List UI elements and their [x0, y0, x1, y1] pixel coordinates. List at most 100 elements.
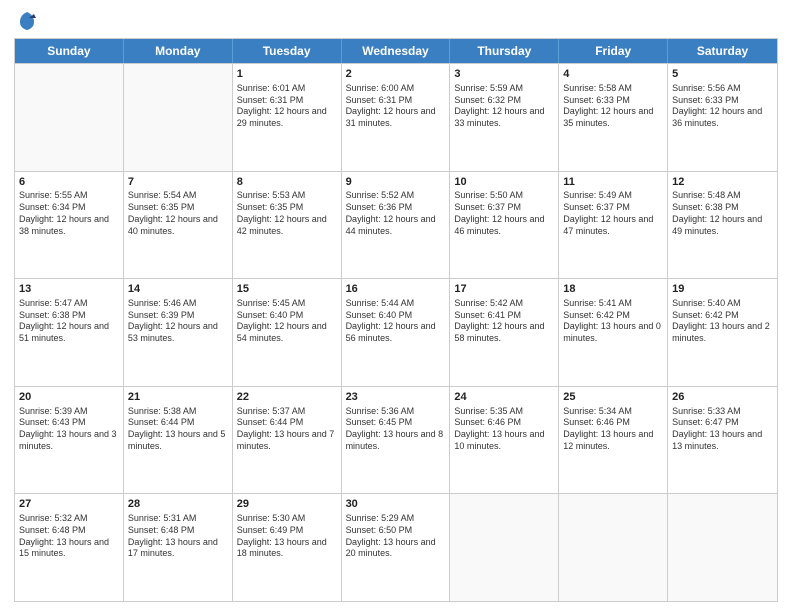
- cell-info: Sunrise: 5:49 AM Sunset: 6:37 PM Dayligh…: [563, 190, 663, 237]
- cell-info: Sunrise: 5:42 AM Sunset: 6:41 PM Dayligh…: [454, 298, 554, 345]
- calendar-day-header: Thursday: [450, 39, 559, 63]
- calendar-row: 20Sunrise: 5:39 AM Sunset: 6:43 PM Dayli…: [15, 386, 777, 494]
- cell-info: Sunrise: 5:54 AM Sunset: 6:35 PM Dayligh…: [128, 190, 228, 237]
- cell-info: Sunrise: 5:38 AM Sunset: 6:44 PM Dayligh…: [128, 406, 228, 453]
- calendar: SundayMondayTuesdayWednesdayThursdayFrid…: [14, 38, 778, 602]
- cell-info: Sunrise: 5:29 AM Sunset: 6:50 PM Dayligh…: [346, 513, 446, 560]
- calendar-cell: 21Sunrise: 5:38 AM Sunset: 6:44 PM Dayli…: [124, 387, 233, 494]
- calendar-cell: [124, 64, 233, 171]
- cell-info: Sunrise: 5:32 AM Sunset: 6:48 PM Dayligh…: [19, 513, 119, 560]
- calendar-cell: 23Sunrise: 5:36 AM Sunset: 6:45 PM Dayli…: [342, 387, 451, 494]
- calendar-day-header: Monday: [124, 39, 233, 63]
- calendar-row: 13Sunrise: 5:47 AM Sunset: 6:38 PM Dayli…: [15, 278, 777, 386]
- day-number: 16: [346, 282, 446, 297]
- logo: [14, 10, 38, 32]
- day-number: 2: [346, 67, 446, 82]
- day-number: 21: [128, 390, 228, 405]
- calendar-cell: 7Sunrise: 5:54 AM Sunset: 6:35 PM Daylig…: [124, 172, 233, 279]
- calendar-cell: 16Sunrise: 5:44 AM Sunset: 6:40 PM Dayli…: [342, 279, 451, 386]
- cell-info: Sunrise: 5:41 AM Sunset: 6:42 PM Dayligh…: [563, 298, 663, 345]
- cell-info: Sunrise: 6:01 AM Sunset: 6:31 PM Dayligh…: [237, 83, 337, 130]
- day-number: 25: [563, 390, 663, 405]
- calendar-cell: 13Sunrise: 5:47 AM Sunset: 6:38 PM Dayli…: [15, 279, 124, 386]
- day-number: 20: [19, 390, 119, 405]
- day-number: 27: [19, 497, 119, 512]
- day-number: 22: [237, 390, 337, 405]
- calendar-cell: [559, 494, 668, 601]
- day-number: 5: [672, 67, 773, 82]
- day-number: 8: [237, 175, 337, 190]
- calendar-cell: 1Sunrise: 6:01 AM Sunset: 6:31 PM Daylig…: [233, 64, 342, 171]
- header: [14, 10, 778, 32]
- calendar-cell: [668, 494, 777, 601]
- calendar-header: SundayMondayTuesdayWednesdayThursdayFrid…: [15, 39, 777, 63]
- day-number: 3: [454, 67, 554, 82]
- calendar-day-header: Friday: [559, 39, 668, 63]
- cell-info: Sunrise: 5:37 AM Sunset: 6:44 PM Dayligh…: [237, 406, 337, 453]
- calendar-cell: 2Sunrise: 6:00 AM Sunset: 6:31 PM Daylig…: [342, 64, 451, 171]
- cell-info: Sunrise: 5:39 AM Sunset: 6:43 PM Dayligh…: [19, 406, 119, 453]
- day-number: 28: [128, 497, 228, 512]
- calendar-cell: 25Sunrise: 5:34 AM Sunset: 6:46 PM Dayli…: [559, 387, 668, 494]
- cell-info: Sunrise: 5:35 AM Sunset: 6:46 PM Dayligh…: [454, 406, 554, 453]
- calendar-cell: 4Sunrise: 5:58 AM Sunset: 6:33 PM Daylig…: [559, 64, 668, 171]
- day-number: 7: [128, 175, 228, 190]
- cell-info: Sunrise: 5:56 AM Sunset: 6:33 PM Dayligh…: [672, 83, 773, 130]
- day-number: 17: [454, 282, 554, 297]
- cell-info: Sunrise: 5:40 AM Sunset: 6:42 PM Dayligh…: [672, 298, 773, 345]
- cell-info: Sunrise: 5:47 AM Sunset: 6:38 PM Dayligh…: [19, 298, 119, 345]
- logo-icon: [16, 10, 38, 32]
- calendar-cell: 28Sunrise: 5:31 AM Sunset: 6:48 PM Dayli…: [124, 494, 233, 601]
- day-number: 4: [563, 67, 663, 82]
- calendar-cell: 8Sunrise: 5:53 AM Sunset: 6:35 PM Daylig…: [233, 172, 342, 279]
- calendar-cell: 11Sunrise: 5:49 AM Sunset: 6:37 PM Dayli…: [559, 172, 668, 279]
- day-number: 29: [237, 497, 337, 512]
- calendar-cell: 22Sunrise: 5:37 AM Sunset: 6:44 PM Dayli…: [233, 387, 342, 494]
- cell-info: Sunrise: 5:33 AM Sunset: 6:47 PM Dayligh…: [672, 406, 773, 453]
- day-number: 6: [19, 175, 119, 190]
- calendar-cell: 27Sunrise: 5:32 AM Sunset: 6:48 PM Dayli…: [15, 494, 124, 601]
- calendar-row: 27Sunrise: 5:32 AM Sunset: 6:48 PM Dayli…: [15, 493, 777, 601]
- cell-info: Sunrise: 5:31 AM Sunset: 6:48 PM Dayligh…: [128, 513, 228, 560]
- calendar-cell: 17Sunrise: 5:42 AM Sunset: 6:41 PM Dayli…: [450, 279, 559, 386]
- calendar-row: 1Sunrise: 6:01 AM Sunset: 6:31 PM Daylig…: [15, 63, 777, 171]
- cell-info: Sunrise: 6:00 AM Sunset: 6:31 PM Dayligh…: [346, 83, 446, 130]
- calendar-cell: 18Sunrise: 5:41 AM Sunset: 6:42 PM Dayli…: [559, 279, 668, 386]
- cell-info: Sunrise: 5:50 AM Sunset: 6:37 PM Dayligh…: [454, 190, 554, 237]
- cell-info: Sunrise: 5:58 AM Sunset: 6:33 PM Dayligh…: [563, 83, 663, 130]
- calendar-cell: [450, 494, 559, 601]
- calendar-day-header: Sunday: [15, 39, 124, 63]
- day-number: 19: [672, 282, 773, 297]
- day-number: 1: [237, 67, 337, 82]
- calendar-day-header: Wednesday: [342, 39, 451, 63]
- day-number: 13: [19, 282, 119, 297]
- cell-info: Sunrise: 5:44 AM Sunset: 6:40 PM Dayligh…: [346, 298, 446, 345]
- calendar-body: 1Sunrise: 6:01 AM Sunset: 6:31 PM Daylig…: [15, 63, 777, 601]
- day-number: 26: [672, 390, 773, 405]
- cell-info: Sunrise: 5:36 AM Sunset: 6:45 PM Dayligh…: [346, 406, 446, 453]
- page: SundayMondayTuesdayWednesdayThursdayFrid…: [0, 0, 792, 612]
- day-number: 23: [346, 390, 446, 405]
- day-number: 24: [454, 390, 554, 405]
- calendar-cell: 5Sunrise: 5:56 AM Sunset: 6:33 PM Daylig…: [668, 64, 777, 171]
- day-number: 14: [128, 282, 228, 297]
- cell-info: Sunrise: 5:59 AM Sunset: 6:32 PM Dayligh…: [454, 83, 554, 130]
- cell-info: Sunrise: 5:30 AM Sunset: 6:49 PM Dayligh…: [237, 513, 337, 560]
- calendar-day-header: Saturday: [668, 39, 777, 63]
- calendar-cell: 30Sunrise: 5:29 AM Sunset: 6:50 PM Dayli…: [342, 494, 451, 601]
- day-number: 11: [563, 175, 663, 190]
- calendar-cell: 14Sunrise: 5:46 AM Sunset: 6:39 PM Dayli…: [124, 279, 233, 386]
- cell-info: Sunrise: 5:45 AM Sunset: 6:40 PM Dayligh…: [237, 298, 337, 345]
- calendar-cell: 20Sunrise: 5:39 AM Sunset: 6:43 PM Dayli…: [15, 387, 124, 494]
- calendar-cell: 29Sunrise: 5:30 AM Sunset: 6:49 PM Dayli…: [233, 494, 342, 601]
- calendar-cell: [15, 64, 124, 171]
- day-number: 15: [237, 282, 337, 297]
- calendar-cell: 26Sunrise: 5:33 AM Sunset: 6:47 PM Dayli…: [668, 387, 777, 494]
- day-number: 10: [454, 175, 554, 190]
- calendar-cell: 15Sunrise: 5:45 AM Sunset: 6:40 PM Dayli…: [233, 279, 342, 386]
- calendar-cell: 24Sunrise: 5:35 AM Sunset: 6:46 PM Dayli…: [450, 387, 559, 494]
- day-number: 30: [346, 497, 446, 512]
- calendar-cell: 10Sunrise: 5:50 AM Sunset: 6:37 PM Dayli…: [450, 172, 559, 279]
- cell-info: Sunrise: 5:34 AM Sunset: 6:46 PM Dayligh…: [563, 406, 663, 453]
- cell-info: Sunrise: 5:53 AM Sunset: 6:35 PM Dayligh…: [237, 190, 337, 237]
